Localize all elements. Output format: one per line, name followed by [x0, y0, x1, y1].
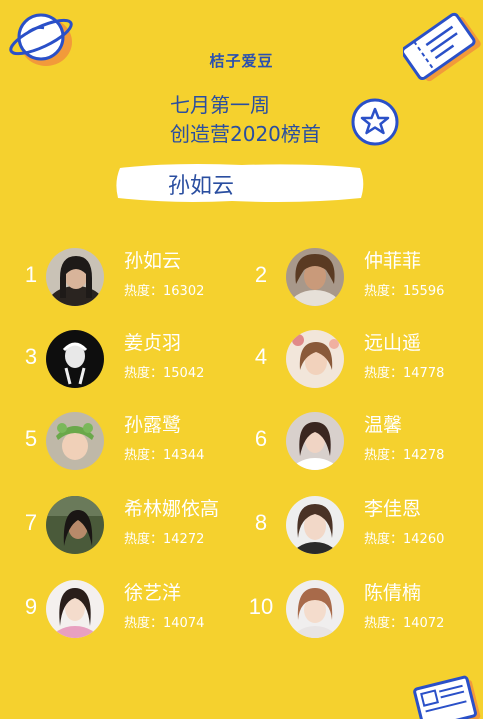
- heat-score: 热度：14344: [124, 444, 204, 463]
- ranking-poster: 桔子爱豆 七月第一周 创造营2020榜首 孙如云 1 孙如云 热度：16302 …: [0, 0, 483, 719]
- idol-name: 温馨: [364, 414, 403, 436]
- heat-score: 热度：14072: [364, 612, 444, 631]
- idol-name: 仲菲菲: [364, 250, 422, 272]
- rank-number: 10: [248, 594, 274, 619]
- idol-name: 陈倩楠: [364, 582, 422, 604]
- rank-number: 2: [254, 262, 268, 287]
- rank-number: 5: [24, 426, 38, 451]
- ranking-item: 10 陈倩楠 热度：14072: [246, 578, 466, 640]
- ranking-item: 2 仲菲菲 热度：15596: [250, 246, 470, 308]
- heat-label: 热度：: [124, 532, 164, 547]
- brand-title: 桔子爱豆: [209, 52, 274, 70]
- newspaper-icon: [412, 672, 483, 719]
- heat-value: 14074: [163, 616, 205, 631]
- rank-number: 6: [254, 426, 268, 451]
- heat-label: 热度：: [364, 616, 404, 631]
- heat-value: 16302: [163, 284, 205, 299]
- ranking-item: 8 李佳恩 热度：14260: [250, 494, 470, 556]
- heat-label: 热度：: [124, 284, 164, 299]
- title-week: 七月第一周: [170, 93, 270, 117]
- rank-number: 7: [24, 510, 38, 535]
- heat-score: 热度：14778: [364, 362, 444, 381]
- heat-value: 14278: [403, 448, 445, 463]
- heat-value: 14272: [163, 532, 205, 547]
- idol-name: 孙露鹭: [124, 414, 182, 436]
- heat-label: 热度：: [364, 532, 404, 547]
- top-name: 孙如云: [168, 174, 235, 199]
- idol-name: 远山遥: [364, 332, 422, 354]
- heat-score: 热度：16302: [124, 280, 204, 299]
- star-badge-icon: [350, 96, 402, 152]
- ranking-item: 6 温馨 热度：14278: [250, 410, 470, 472]
- heat-score: 热度：14272: [124, 528, 204, 547]
- heat-label: 热度：: [124, 448, 164, 463]
- rank-number: 9: [24, 594, 38, 619]
- rank-number: 8: [254, 510, 268, 535]
- heat-label: 热度：: [364, 284, 404, 299]
- heat-value: 14260: [403, 532, 445, 547]
- heat-score: 热度：15596: [364, 280, 444, 299]
- ranking-item: 7 希林娜依高 热度：14272: [20, 494, 240, 556]
- ranking-item: 5 孙露鹭 热度：14344: [20, 410, 240, 472]
- ranking-item: 4 远山遥 热度：14778: [250, 328, 470, 390]
- title-ranking: 创造营2020榜首: [170, 122, 321, 146]
- avatar: [46, 580, 104, 638]
- heat-value: 15042: [163, 366, 205, 381]
- ticket-icon: [400, 6, 483, 92]
- avatar: [286, 496, 344, 554]
- rank-number: 4: [254, 344, 268, 369]
- rank-number: 1: [24, 262, 38, 287]
- heat-value: 15596: [403, 284, 445, 299]
- avatar: [286, 248, 344, 306]
- ranking-item: 3 姜贞羽 热度：15042: [20, 328, 240, 390]
- avatar: [46, 496, 104, 554]
- heat-label: 热度：: [124, 616, 164, 631]
- heat-score: 热度：14074: [124, 612, 204, 631]
- ranking-item: 9 徐艺洋 热度：14074: [20, 578, 240, 640]
- heat-label: 热度：: [124, 366, 164, 381]
- heat-value: 14778: [403, 366, 445, 381]
- heat-label: 热度：: [364, 366, 404, 381]
- idol-name: 孙如云: [124, 250, 182, 272]
- heat-score: 热度：14278: [364, 444, 444, 463]
- heat-value: 14072: [403, 616, 445, 631]
- avatar: [286, 412, 344, 470]
- idol-name: 李佳恩: [364, 498, 422, 520]
- ranking-item: 1 孙如云 热度：16302: [20, 246, 240, 308]
- avatar: [46, 248, 104, 306]
- avatar: [286, 330, 344, 388]
- heat-score: 热度：15042: [124, 362, 204, 381]
- heat-value: 14344: [163, 448, 205, 463]
- idol-name: 希林娜依高: [124, 498, 220, 520]
- idol-name: 姜贞羽: [124, 332, 182, 354]
- idol-name: 徐艺洋: [124, 582, 182, 604]
- heat-label: 热度：: [364, 448, 404, 463]
- heat-score: 热度：14260: [364, 528, 444, 547]
- avatar: [46, 330, 104, 388]
- top-name-banner: 孙如云: [112, 160, 367, 206]
- rank-number: 3: [24, 344, 38, 369]
- avatar: [46, 412, 104, 470]
- avatar: [286, 580, 344, 638]
